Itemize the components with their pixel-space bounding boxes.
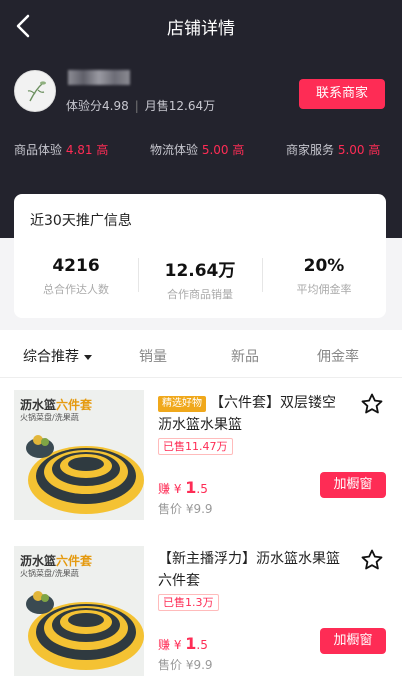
sort-bar: 综合推荐 销量 新品 佣金率 <box>0 330 402 378</box>
earn-dec: .5 <box>196 482 208 496</box>
rating-level: 高 <box>96 143 109 157</box>
rating-product: 商品体验 4.81 高 <box>14 141 108 158</box>
product-list: 沥水篮六件套 火锅菜盘/洗果蔬 精选好物 【六件套】双层镂空沥水篮水果篮 已售11… <box>0 378 402 688</box>
commission-earn: 赚 ¥ 1.5 <box>158 634 208 653</box>
commission-earn: 赚 ¥ 1.5 <box>158 478 208 497</box>
product-item[interactable]: 沥水篮六件套 火锅菜盘/洗果蔬 【新主播浮力】沥水篮水果篮六件套 已售1.3万 … <box>0 534 402 688</box>
product-price: 售价 ¥9.9 <box>158 658 213 672</box>
sold-count-badge: 已售11.47万 <box>158 438 233 455</box>
rating-service: 商家服务 5.00 高 <box>286 141 380 158</box>
product-price: 售价 ¥9.9 <box>158 502 213 516</box>
earn-prefix: 赚 ¥ <box>158 482 182 496</box>
stat-label: 合作商品销量 <box>167 288 233 301</box>
earn-dec: .5 <box>196 638 208 652</box>
add-to-showcase-button[interactable]: 加橱窗 <box>320 628 386 654</box>
plant-logo-icon <box>27 81 46 102</box>
promo-title: 近30天推广信息 <box>30 213 132 229</box>
product-image[interactable]: 沥水篮六件套 火锅菜盘/洗果蔬 <box>14 546 144 676</box>
star-favorite-icon[interactable] <box>360 548 384 572</box>
product-image[interactable]: 沥水篮六件套 火锅菜盘/洗果蔬 <box>14 390 144 520</box>
product-item[interactable]: 沥水篮六件套 火锅菜盘/洗果蔬 精选好物 【六件套】双层镂空沥水篮水果篮 已售11… <box>0 378 402 534</box>
stat-product-sales: 12.64万 合作商品销量 <box>138 256 262 302</box>
product-name[interactable]: 【新主播浮力】沥水篮水果篮六件套 <box>158 548 348 592</box>
stat-value: 4216 <box>52 256 100 276</box>
colander-illustration <box>26 435 144 514</box>
shop-monthly-sales: 月售12.64万 <box>144 99 216 113</box>
stats-divider: | <box>134 99 139 113</box>
stat-label: 平均佣金率 <box>296 283 352 296</box>
rating-label: 商品体验 <box>14 143 63 157</box>
rating-level: 高 <box>232 143 245 157</box>
product-name-text: 【新主播浮力】沥水篮水果篮六件套 <box>158 551 340 589</box>
shop-score: 体验分4.98 <box>66 99 129 113</box>
rating-logistics: 物流体验 5.00 高 <box>150 141 244 158</box>
shop-avatar[interactable] <box>14 70 56 112</box>
stat-label: 总合作达人数 <box>43 283 109 296</box>
earn-prefix: 赚 ¥ <box>158 638 182 652</box>
shop-stats: 体验分4.98 | 月售12.64万 <box>66 97 215 114</box>
featured-tag: 精选好物 <box>158 396 206 412</box>
add-to-showcase-button[interactable]: 加橱窗 <box>320 472 386 498</box>
sort-tab-commission[interactable]: 佣金率 <box>317 346 359 366</box>
rating-value: 5.00 <box>201 143 229 157</box>
product-name[interactable]: 精选好物 【六件套】双层镂空沥水篮水果篮 <box>158 392 348 436</box>
sold-count-badge: 已售1.3万 <box>158 594 219 611</box>
rating-value: 4.81 <box>65 143 93 157</box>
rating-label: 物流体验 <box>150 143 199 157</box>
contact-seller-button[interactable]: 联系商家 <box>299 79 385 109</box>
sort-tab-new[interactable]: 新品 <box>231 346 259 366</box>
sort-tab-recommended[interactable]: 综合推荐 <box>23 346 92 366</box>
stat-value: 12.64万 <box>164 261 236 281</box>
rating-level: 高 <box>368 143 381 157</box>
colander-illustration <box>26 591 144 670</box>
stat-value: 20% <box>303 256 345 276</box>
sort-tab-sales[interactable]: 销量 <box>139 346 167 366</box>
caret-down-icon <box>84 354 92 360</box>
promo-info-card: 近30天推广信息 4216 总合作达人数 12.64万 合作商品销量 20% 平… <box>14 194 386 318</box>
stat-commission: 20% 平均佣金率 <box>262 256 386 297</box>
shop-name-redacted <box>68 70 130 85</box>
rating-label: 商家服务 <box>286 143 335 157</box>
star-favorite-icon[interactable] <box>360 392 384 416</box>
earn-int: 1 <box>185 634 197 653</box>
earn-int: 1 <box>185 478 197 497</box>
shop-ratings: 商品体验 4.81 高 物流体验 5.00 高 商家服务 5.00 高 <box>14 141 388 159</box>
page-title: 店铺详情 <box>167 19 235 39</box>
sort-label: 综合推荐 <box>23 349 79 365</box>
rating-value: 5.00 <box>337 143 365 157</box>
stat-creators: 4216 总合作达人数 <box>14 256 138 297</box>
